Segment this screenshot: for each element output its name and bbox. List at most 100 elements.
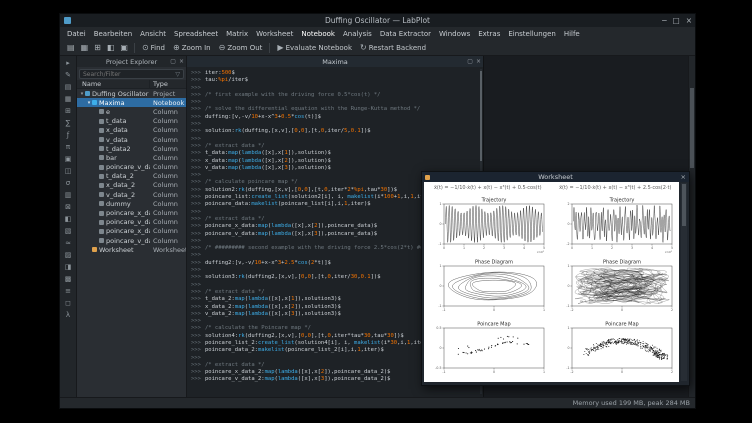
code-line-10[interactable]: >>> [187, 136, 483, 143]
tree-row-x-data[interactable]: x_data Column [77, 126, 186, 135]
toolbox-icon-5[interactable]: ⊞ [65, 107, 71, 115]
toolbox-icon-1[interactable]: ▸ [66, 59, 70, 67]
float-icon[interactable]: ▢ [467, 58, 473, 65]
toolbox-icon-2[interactable]: ✎ [65, 71, 71, 79]
code-line-12[interactable]: >>> t_data:map(lambda([x],x[1]),solution)… [187, 150, 483, 157]
toolbox-icon-22[interactable]: λ [66, 311, 70, 319]
tree-row-x-data-2[interactable]: x_data_2 Column [77, 181, 186, 190]
tree-row-dummy[interactable]: dummy Column [77, 199, 186, 208]
column-header-type[interactable]: Type [150, 80, 186, 88]
worksheet-scrollbar[interactable] [681, 183, 687, 381]
menu-item-data-extractor[interactable]: Data Extractor [376, 30, 435, 38]
menu-item-worksheet[interactable]: Worksheet [252, 30, 297, 38]
plot-poincare-map-right[interactable]: Poincare Map -2 0 2 -1 0 1 [552, 318, 679, 380]
code-line-3[interactable]: >>> [187, 85, 483, 92]
menu-item-windows[interactable]: Windows [435, 30, 474, 38]
menu-item-hilfe[interactable]: Hilfe [560, 30, 584, 38]
menu-item-ansicht[interactable]: Ansicht [136, 30, 170, 38]
close-icon[interactable]: × [686, 16, 692, 25]
tree-row-worksheet[interactable]: Worksheet Worksheet [77, 245, 186, 254]
tree-row-duffing-oscillator[interactable]: ▾ Duffing Oscillator Project [77, 89, 186, 98]
toolbox-icon-18[interactable]: ◨ [65, 263, 72, 271]
tree-row-poincare-v-data-2[interactable]: poincare_v_data_2Column [77, 236, 186, 245]
code-line-1[interactable]: >>> iter:500$ [187, 70, 483, 77]
menu-item-spreadsheet[interactable]: Spreadsheet [170, 30, 222, 38]
search-input[interactable] [83, 70, 176, 78]
toolbox-icon-21[interactable]: ◻ [65, 299, 71, 307]
toolbox-icon-4[interactable]: ▦ [65, 95, 72, 103]
toolbox-icon-14[interactable]: ◧ [65, 215, 72, 223]
plot-phase-diagram-right[interactable]: Phase Diagram -2 0 2 -1 0 1 [552, 256, 679, 318]
toolbox-icon-11[interactable]: σ [66, 179, 70, 187]
toolbox-icon-13[interactable]: ⊠ [65, 203, 71, 211]
zoom-in-button[interactable]: ⊕ Zoom In [169, 42, 215, 53]
code-line-13[interactable]: >>> x_data:map(lambda([x],x[2]),solution)… [187, 158, 483, 165]
tree-row-e[interactable]: e Column [77, 107, 186, 116]
plot-phase-diagram-left[interactable]: Phase Diagram -1 0 1 -1 0 1 [424, 256, 552, 318]
code-line-9[interactable]: >>> solution:rk(duffing,[x,v],[0,0],[t,0,… [187, 128, 483, 135]
code-line-11[interactable]: >>> /* extract data */ [187, 143, 483, 150]
minimize-icon[interactable]: ─ [662, 16, 667, 25]
tree-row-t-data[interactable]: t_data Column [77, 117, 186, 126]
close-icon[interactable]: × [179, 58, 184, 65]
zoom-out-button[interactable]: ⊖ Zoom Out [215, 42, 267, 53]
code-line-2[interactable]: >>> tau:%pi/iter$ [187, 77, 483, 84]
toolbar-icon-3[interactable]: ⊞ [91, 43, 104, 52]
menu-item-bearbeiten[interactable]: Bearbeiten [90, 30, 136, 38]
plot-trajectory-left[interactable]: Trajectory 0 1 2 3 4 5 -1 0 1 ×10² [424, 194, 552, 256]
toolbox-icon-16[interactable]: ≈ [65, 239, 71, 247]
scrollbar-handle[interactable] [690, 88, 694, 168]
close-icon[interactable]: × [476, 58, 481, 65]
toolbox-icon-6[interactable]: ∑ [66, 119, 71, 127]
float-icon[interactable]: ▢ [170, 58, 176, 65]
worksheet-window[interactable]: Worksheet × ẍ(t) = −1/10·ẋ(t) + x(t) − x… [421, 171, 690, 386]
menu-item-extras[interactable]: Extras [474, 30, 504, 38]
code-line-5[interactable]: >>> [187, 99, 483, 106]
notebook-header[interactable]: Maxima ▢ × [187, 56, 483, 67]
toolbox-icon-9[interactable]: ▣ [65, 155, 72, 163]
code-line-4[interactable]: >>> /* first example with the driving for… [187, 92, 483, 99]
scrollbar-handle[interactable] [682, 184, 686, 226]
menu-item-einstellungen[interactable]: Einstellungen [504, 30, 559, 38]
toolbox-icon-12[interactable]: ▥ [65, 191, 72, 199]
code-line-6[interactable]: >>> /* solve the differential equation wi… [187, 106, 483, 113]
toolbox-icon-17[interactable]: ▨ [65, 251, 72, 259]
toolbar-icon-5[interactable]: ▣ [117, 43, 131, 52]
toolbar-icon-1[interactable]: ▤ [64, 43, 78, 52]
toolbox-icon-8[interactable]: π [66, 143, 70, 151]
tree-row-v-data[interactable]: v_data Column [77, 135, 186, 144]
evaluate-notebook-button[interactable]: ▶ Evaluate Notebook [273, 42, 356, 53]
toolbox-icon-10[interactable]: ◫ [65, 167, 72, 175]
toolbox-icon-19[interactable]: ▩ [65, 275, 72, 283]
tree-row-t-data-2[interactable]: t_data_2 Column [77, 172, 186, 181]
toolbox-icon-3[interactable]: ▤ [65, 83, 72, 91]
tree-row-v-data-2[interactable]: v_data_2 Column [77, 190, 186, 199]
menu-item-datei[interactable]: Datei [63, 30, 90, 38]
tree-row-bar[interactable]: bar Column [77, 153, 186, 162]
toolbox-icon-20[interactable]: ≡ [65, 287, 71, 295]
menu-item-matrix[interactable]: Matrix [222, 30, 252, 38]
toolbox-icon-7[interactable]: ƒ [67, 131, 69, 139]
find-button[interactable]: ⊙ Find [138, 42, 169, 53]
tree-row-poincare-x-data-2[interactable]: poincare_x_data_2Column [77, 227, 186, 236]
tree-row-maxima[interactable]: ▾ Maxima Notebook [77, 98, 186, 108]
worksheet-header[interactable]: Worksheet × [422, 172, 689, 182]
title-bar[interactable]: Duffing Oscillator — LabPlot ─ □ × [60, 14, 695, 27]
project-explorer-header[interactable]: Project Explorer ▢ × [77, 56, 186, 67]
menu-item-notebook[interactable]: Notebook [297, 30, 339, 38]
close-icon[interactable]: × [681, 173, 686, 181]
code-line-8[interactable]: >>> [187, 121, 483, 128]
tree-row-poincare-x-data[interactable]: poincare_x_dataColumn [77, 208, 186, 217]
toolbar-icon-2[interactable]: ▦ [78, 43, 92, 52]
toolbox-icon-15[interactable]: ▧ [65, 227, 72, 235]
plot-poincare-map-left[interactable]: Poincare Map -1 0 1 -0.5 0 0.5 [424, 318, 552, 380]
plot-trajectory-right[interactable]: Trajectory 0 1 2 3 4 5 -2 0 2 ×10² [552, 194, 679, 256]
toolbar-icon-4[interactable]: ◧ [104, 43, 118, 52]
menu-item-analysis[interactable]: Analysis [339, 30, 376, 38]
tree-row-poincare-v-data2[interactable]: poincare_v_data2Column [77, 163, 186, 172]
code-line-7[interactable]: >>> duffing:[v,-v/10+x-x^3+0.5*cos(t)]$ [187, 114, 483, 121]
restart-backend-button[interactable]: ↻ Restart Backend [356, 42, 430, 53]
maximize-icon[interactable]: □ [673, 16, 680, 25]
tree-column-headers[interactable]: Name Type [77, 80, 186, 89]
tree-row-t-data2[interactable]: t_data2 Column [77, 144, 186, 153]
